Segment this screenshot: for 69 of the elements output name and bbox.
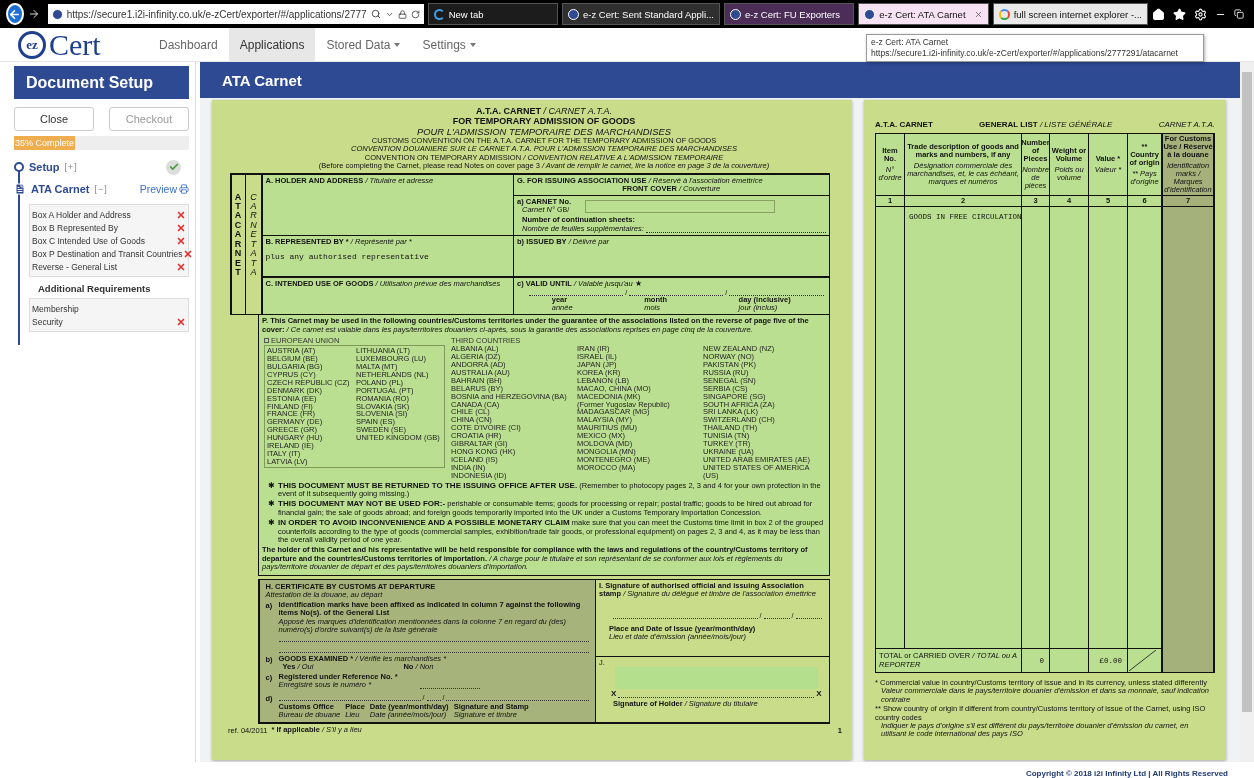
google-icon (998, 8, 1010, 20)
search-icon[interactable] (370, 9, 381, 19)
nav-link[interactable]: Applications (228, 27, 316, 62)
star-icon[interactable] (1173, 7, 1186, 21)
field-value: plus any authorised representative (265, 252, 429, 262)
checkbox-icon (264, 338, 269, 344)
settings-icon[interactable] (1194, 7, 1207, 21)
address-bar[interactable]: https://secure1.i2i-infinity.co.uk/e-zCert/exporter/#/applications/2777 (47, 4, 424, 24)
close-button[interactable]: Close (14, 107, 94, 131)
carnet-number-field[interactable] (585, 200, 776, 214)
site-icon (729, 8, 741, 20)
requirement-link[interactable]: Box C Intended Use of Goods (32, 235, 145, 246)
logo-text: Cert (49, 29, 101, 60)
document-icon (14, 183, 26, 195)
nav-link[interactable]: Dashboard (148, 27, 229, 62)
toggle-link[interactable]: [+] (64, 162, 78, 172)
toggle-link[interactable]: [−] (94, 184, 108, 194)
requirement-link[interactable]: Reverse - General List (32, 261, 118, 272)
site-icon (51, 8, 63, 20)
star-icon: ✱ (268, 481, 275, 499)
requirement-link[interactable]: Box P Destination and Transit Countries (32, 248, 183, 259)
preview-link[interactable]: Preview (139, 183, 189, 195)
requirement-link[interactable]: Membership (32, 303, 79, 314)
home-icon[interactable] (1152, 7, 1165, 21)
form-heading: A.T.A. CARNET / CARNET A.T.A. (476, 106, 612, 117)
scrollbar[interactable] (1240, 62, 1254, 762)
vertical-title: ATA CARNET (234, 192, 242, 280)
requirement-link[interactable]: Box A Holder and Address (32, 209, 131, 220)
browser-tab[interactable]: New tab (427, 3, 558, 25)
panel-title: Document Setup (14, 66, 189, 99)
vertical-title: CARNET ATA (250, 192, 257, 280)
restore-icon[interactable] (1234, 9, 1244, 19)
close-icon[interactable] (973, 9, 983, 19)
circle-icon (14, 162, 24, 172)
star-icon: ✱ (268, 519, 275, 545)
page-title: GENERAL LIST / LISTE GÉNÉRALE (979, 120, 1113, 129)
refresh-icon[interactable] (410, 9, 420, 19)
printer-icon (179, 184, 189, 194)
form-heading: FOR TEMPORARY ADMISSION OF GOODS (452, 116, 636, 127)
browser-tab[interactable]: e-z Cert: FU Exporters (723, 3, 855, 25)
requirement-link[interactable]: Box B Represented By (32, 222, 118, 233)
signature-mark: X (816, 689, 822, 699)
page-title: A.T.A. CARNET (875, 120, 933, 129)
page-title: CARNET A.T.A. (1158, 120, 1215, 129)
forward-icon[interactable] (27, 8, 40, 20)
browser-tab[interactable]: e-z Cert: Sent Standard Appli... (562, 3, 720, 25)
site-icon (568, 8, 579, 20)
nav-link[interactable]: Stored Data (315, 27, 412, 62)
requirement-link[interactable]: Security (32, 316, 63, 327)
progress-fill: 35% Complete (14, 136, 76, 150)
step-link[interactable]: Setup (29, 161, 60, 173)
browser-tab[interactable]: full screen internet explorer -... (992, 3, 1148, 25)
browser-icon (433, 8, 445, 20)
star-icon: ✱ (268, 500, 275, 518)
back-button[interactable] (6, 3, 24, 25)
step-link[interactable]: ATA Carnet (31, 183, 90, 195)
lock-icon (397, 9, 407, 19)
page-header: ATA Carnet (200, 62, 1240, 98)
back-arrow-icon (8, 7, 22, 21)
address-text: https://secure1.i2i-infinity.co.uk/e-zCert/exporter/#/applications/2777 (66, 8, 367, 20)
tooltip: e-z Cert: ATA Carnet https://secure1.i2i-infinity.co.uk/e-zCert/exporter/#/applications/2777291/atacarnet (866, 34, 1204, 62)
nav-link[interactable]: Settings (411, 27, 487, 62)
copyright-text: Copyright © 2018 i2i Infinity Ltd | All Rights Reserved (1025, 769, 1228, 778)
signature-mark: X (611, 689, 617, 699)
browser-tab[interactable]: e-z Cert: ATA Carnet (858, 3, 989, 25)
section-heading: Additional Requirements (38, 283, 152, 294)
site-icon (864, 8, 876, 20)
logo-mark: ez (18, 30, 46, 59)
form-heading: POUR L'ADMISSION TEMPORAIRE DES MARCHANDISES (417, 126, 671, 138)
